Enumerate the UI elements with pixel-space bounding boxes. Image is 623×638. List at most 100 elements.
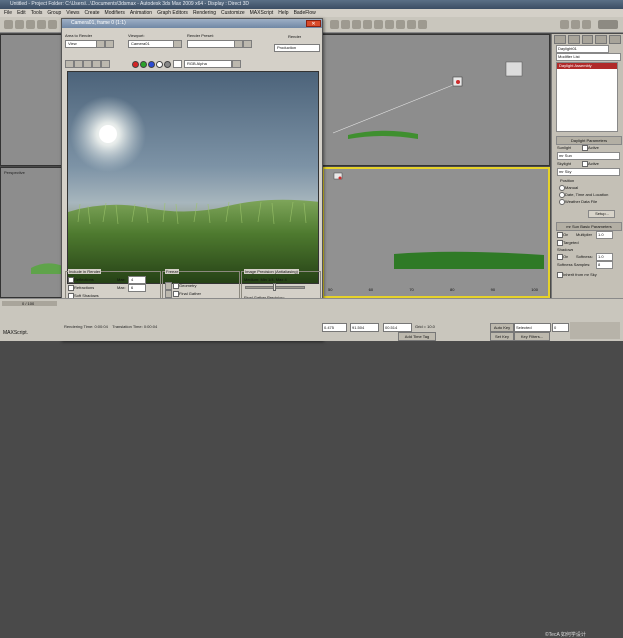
modifier-stack[interactable]: Daylight Assembly xyxy=(556,62,618,132)
set-key-button[interactable]: Set Key xyxy=(490,332,514,341)
sunlight-dropdown[interactable]: mr Sun xyxy=(557,152,620,160)
menu-create[interactable]: Create xyxy=(85,10,100,16)
link-icon[interactable] xyxy=(26,20,35,29)
menu-graph-editors[interactable]: Graph Editors xyxy=(157,10,188,16)
motion-tab-icon[interactable] xyxy=(595,35,608,44)
teapot2-icon[interactable] xyxy=(571,20,580,29)
freeze-fg-lock-icon[interactable] xyxy=(165,290,172,298)
clear-icon[interactable] xyxy=(101,60,110,68)
rendered-image xyxy=(67,71,319,284)
render-frame-icon[interactable] xyxy=(407,20,416,29)
coord-y-field[interactable]: 91.504 xyxy=(350,323,379,332)
production-dropdown[interactable]: Production xyxy=(274,44,320,52)
menu-group[interactable]: Group xyxy=(47,10,61,16)
clone-window-icon[interactable] xyxy=(83,60,92,68)
daylight-parameters-rollout[interactable]: Daylight Parameters xyxy=(556,136,622,145)
close-icon[interactable]: ✕ xyxy=(306,20,321,27)
menu-file[interactable]: File xyxy=(4,10,12,16)
skylight-active-label: Active xyxy=(588,161,599,166)
display-tab-icon[interactable] xyxy=(609,35,621,44)
print-image-icon[interactable] xyxy=(92,60,101,68)
selected-dropdown[interactable]: Selected xyxy=(514,323,551,332)
copy-image-icon[interactable] xyxy=(74,60,83,68)
menu-customize[interactable]: Customize xyxy=(221,10,245,16)
add-time-tag-button[interactable]: Add Time Tag xyxy=(398,332,436,341)
maxscript-label[interactable]: MAXScript. xyxy=(3,330,28,336)
navigation-controls[interactable] xyxy=(570,322,620,339)
red-channel-icon[interactable] xyxy=(132,61,139,68)
sunlight-active-label: Active xyxy=(588,145,599,150)
schematic-icon[interactable] xyxy=(374,20,383,29)
render-preset-dropdown[interactable] xyxy=(187,40,235,48)
layer-icon[interactable] xyxy=(352,20,361,29)
channel-dropdown[interactable]: RGB Alpha xyxy=(184,60,232,68)
stack-item-daylight[interactable]: Daylight Assembly xyxy=(557,63,617,69)
green-channel-icon[interactable] xyxy=(140,61,147,68)
viewport-perspective[interactable]: Perspective xyxy=(0,167,66,298)
viewport-label: Viewport: xyxy=(128,33,145,38)
curve-editor-icon[interactable] xyxy=(363,20,372,29)
area-to-render-dropdown[interactable]: View xyxy=(65,40,97,48)
save-image-icon[interactable] xyxy=(65,60,74,68)
viewport-camera[interactable]: 50 60 70 80 90 100 xyxy=(322,167,550,298)
menu-edit[interactable]: Edit xyxy=(17,10,26,16)
coord-x-field[interactable]: 0.475 xyxy=(322,323,347,332)
create-tab-icon[interactable] xyxy=(554,35,566,44)
softness-samples-field[interactable]: 8 xyxy=(596,261,613,269)
swatch-icon[interactable] xyxy=(173,60,182,68)
viewport-front[interactable] xyxy=(322,34,550,166)
menu-animation[interactable]: Animation xyxy=(130,10,152,16)
rendering-time-text: Rendering Time: 0:00:04 xyxy=(64,324,108,329)
render-button-label[interactable]: Render xyxy=(288,34,301,39)
render-setup-icon[interactable] xyxy=(234,40,243,48)
redo-icon[interactable] xyxy=(15,20,24,29)
menu-tools[interactable]: Tools xyxy=(31,10,43,16)
undo-icon[interactable] xyxy=(4,20,13,29)
teapot3-icon[interactable] xyxy=(582,20,591,29)
multiplier-field[interactable]: 1.0 xyxy=(596,231,613,239)
hierarchy-tab-icon[interactable] xyxy=(581,35,594,44)
menu-views[interactable]: Views xyxy=(66,10,79,16)
render-status: Rendering Time: 0:00:04 Translation Time… xyxy=(64,323,322,339)
modify-tab-icon[interactable] xyxy=(567,35,580,44)
material-editor-icon[interactable] xyxy=(385,20,394,29)
reflections-max-field[interactable]: 4 xyxy=(128,276,146,284)
object-name-field[interactable]: Daylight01 xyxy=(556,45,609,53)
view-dropdown[interactable] xyxy=(598,20,618,29)
viewport-dropdown[interactable]: Camera01 xyxy=(128,40,174,48)
modifier-list-dropdown[interactable]: Modifier List xyxy=(556,53,621,61)
auto-key-button[interactable]: Auto Key xyxy=(490,323,514,332)
coord-z-field[interactable]: 00.514 xyxy=(383,323,412,332)
menu-badeflow[interactable]: BadeFlow xyxy=(294,10,316,16)
bind-icon[interactable] xyxy=(48,20,57,29)
align-icon[interactable] xyxy=(341,20,350,29)
precision-slider-handle[interactable] xyxy=(273,283,276,291)
alpha-channel-icon[interactable] xyxy=(156,61,163,68)
lock-viewport-icon[interactable] xyxy=(173,40,182,48)
softness-field[interactable]: 1.0 xyxy=(596,253,613,261)
toggle-ui-icon[interactable] xyxy=(232,60,241,68)
skylight-dropdown[interactable]: mr Sky xyxy=(557,168,620,176)
viewport-top[interactable] xyxy=(0,34,66,166)
blue-channel-icon[interactable] xyxy=(148,61,155,68)
setup-button[interactable]: Setup... xyxy=(588,210,615,218)
frame-field[interactable]: 0 xyxy=(552,323,569,332)
position-manual-label: Manual xyxy=(565,185,579,190)
teapot-icon[interactable] xyxy=(560,20,569,29)
key-filters-button[interactable]: Key Filters... xyxy=(514,332,550,341)
monochrome-icon[interactable] xyxy=(164,61,171,68)
mirror-icon[interactable] xyxy=(330,20,339,29)
unlink-icon[interactable] xyxy=(37,20,46,29)
render-setup-icon[interactable] xyxy=(396,20,405,29)
refractions-max-field[interactable]: 6 xyxy=(128,284,146,292)
menu-modifiers[interactable]: Modifiers xyxy=(105,10,125,16)
quick-render-icon[interactable] xyxy=(418,20,427,29)
menu-rendering[interactable]: Rendering xyxy=(193,10,216,16)
environment-icon[interactable] xyxy=(243,40,252,48)
auto-region-icon[interactable] xyxy=(105,40,114,48)
freeze-geometry-lock-icon[interactable] xyxy=(165,282,172,290)
menu-maxscript[interactable]: MAXScript xyxy=(250,10,274,16)
edit-region-icon[interactable] xyxy=(96,40,105,48)
menu-help[interactable]: Help xyxy=(278,10,288,16)
sun-basic-parameters-rollout[interactable]: mr Sun Basic Parameters xyxy=(556,222,622,231)
